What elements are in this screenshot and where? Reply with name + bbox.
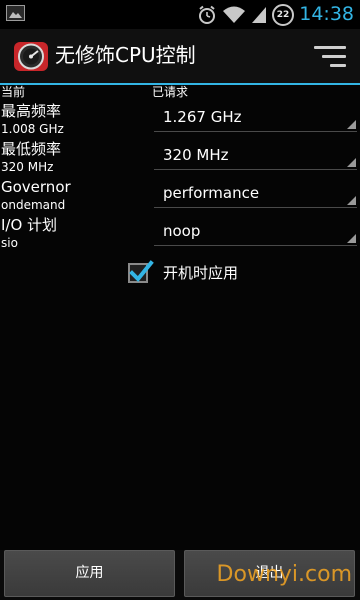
max-freq-current-value: 1.008 GHz (1, 122, 64, 136)
alarm-icon (199, 5, 215, 24)
image-notification-icon (6, 5, 25, 21)
io-scheduler-spinner[interactable]: noop (154, 218, 357, 246)
signal-icon (252, 6, 266, 23)
battery-level: 22 (276, 9, 290, 20)
apply-button[interactable]: 应用 (4, 550, 175, 597)
max-freq-selected: 1.267 GHz (163, 108, 242, 126)
min-freq-label: 最低频率 (1, 140, 62, 158)
app-title: 无修饰CPU控制 (55, 43, 196, 67)
apply-on-boot-label: 开机时应用 (163, 264, 239, 282)
app-logo-icon[interactable] (13, 39, 49, 73)
min-freq-current-value: 320 MHz (1, 160, 54, 174)
current-header: 当前 (1, 85, 26, 99)
apply-on-boot-checkbox[interactable] (128, 260, 154, 283)
watermark: Downyi.com (216, 562, 352, 587)
wifi-icon (223, 6, 245, 23)
max-freq-label: 最高频率 (1, 102, 62, 120)
checkmark-icon (129, 260, 154, 282)
cpu-settings-panel: 当前 已请求 最高频率 1.008 GHz 最低频率 320 MHz Gover… (0, 85, 360, 550)
apply-on-boot-row[interactable]: 开机时应用 (128, 260, 238, 286)
battery-icon: 22 (272, 3, 294, 26)
status-bar: 22 14:38 (0, 0, 360, 29)
clock: 14:38 (299, 3, 354, 25)
screen: 22 14:38 无修饰CPU控制 当前 已请求 最高频率 1.008 GHz … (0, 0, 360, 600)
action-bar: 无修饰CPU控制 (0, 29, 360, 83)
max-freq-spinner[interactable]: 1.267 GHz (154, 104, 357, 132)
status-icons: 22 (197, 3, 294, 26)
spinner-arrow-icon (347, 196, 356, 205)
spinner-arrow-icon (347, 120, 356, 129)
spinner-arrow-icon (347, 234, 356, 243)
io-scheduler-label: I/O 计划 (1, 216, 58, 234)
governor-spinner[interactable]: performance (154, 180, 357, 208)
governor-current-value: ondemand (1, 198, 66, 212)
min-freq-selected: 320 MHz (163, 146, 229, 164)
governor-label: Governor (1, 178, 71, 196)
requested-header: 已请求 (152, 85, 189, 99)
min-freq-spinner[interactable]: 320 MHz (154, 142, 357, 170)
io-scheduler-selected: noop (163, 222, 201, 240)
menu-icon[interactable] (314, 46, 346, 68)
spinner-arrow-icon (347, 158, 356, 167)
governor-selected: performance (163, 184, 260, 202)
io-scheduler-current-value: sio (1, 236, 18, 250)
